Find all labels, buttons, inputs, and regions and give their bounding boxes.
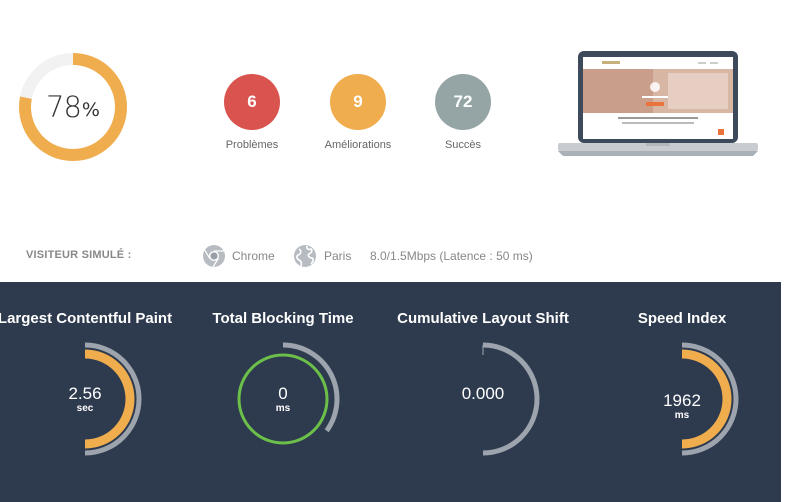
success-badge: 72 [435, 74, 491, 130]
problems-label: Problèmes [225, 139, 279, 151]
stat-problems[interactable]: 6 Problèmes [197, 74, 307, 151]
performance-score-gauge: 78 % [17, 51, 129, 163]
visitor-label: VISITEUR SIMULÉ : [26, 249, 132, 261]
chrome-icon [202, 244, 226, 271]
problems-badge: 6 [224, 74, 280, 130]
metric-title: Speed Index [637, 310, 727, 327]
metric-value: 0 [278, 384, 288, 403]
improvements-badge: 9 [330, 74, 386, 130]
score-unit: % [81, 99, 100, 121]
stat-improvements[interactable]: 9 Améliorations [303, 74, 413, 151]
metric-value: 0.000 [461, 384, 505, 403]
score-value: 78 [46, 90, 82, 124]
metric-title: Cumulative Layout Shift [397, 310, 569, 327]
metric-unit: sec [76, 403, 94, 414]
globe-icon [293, 244, 317, 271]
core-web-vitals-panel: Largest Contentful Paint 2.56 sec Total … [0, 282, 781, 502]
metric-title: Total Blocking Time [212, 310, 354, 327]
location-name: Paris [324, 249, 352, 263]
metric-tbt[interactable]: Total Blocking Time 0 ms [188, 282, 378, 502]
metric-lcp[interactable]: Largest Contentful Paint 2.56 sec [0, 282, 180, 502]
metric-unit: ms [674, 410, 690, 421]
metric-unit: ms [275, 403, 291, 414]
metric-title: Largest Contentful Paint [0, 310, 173, 327]
metric-speed-index[interactable]: Speed Index 1962 ms [587, 282, 777, 502]
metric-value: 1962 [663, 391, 701, 410]
success-label: Succès [444, 139, 482, 151]
laptop-preview-image [558, 51, 758, 156]
browser-name: Chrome [232, 249, 275, 263]
metric-value-block: 1962 ms [622, 392, 742, 421]
metric-value-block: 0 ms [223, 385, 343, 414]
stat-success[interactable]: 72 Succès [408, 74, 518, 151]
improvements-label: Améliorations [324, 139, 392, 151]
simulated-visitor-row: VISITEUR SIMULÉ : Chrome Paris 8.0/1.5Mb… [0, 244, 793, 268]
network-speed: 8.0/1.5Mbps (Latence : 50 ms) [370, 249, 533, 263]
metric-value-block: 2.56 sec [25, 385, 145, 414]
metric-value-block: 0.000 [423, 385, 543, 404]
metric-value: 2.56 [68, 384, 102, 403]
metric-cls[interactable]: Cumulative Layout Shift 0.000 [388, 282, 578, 502]
